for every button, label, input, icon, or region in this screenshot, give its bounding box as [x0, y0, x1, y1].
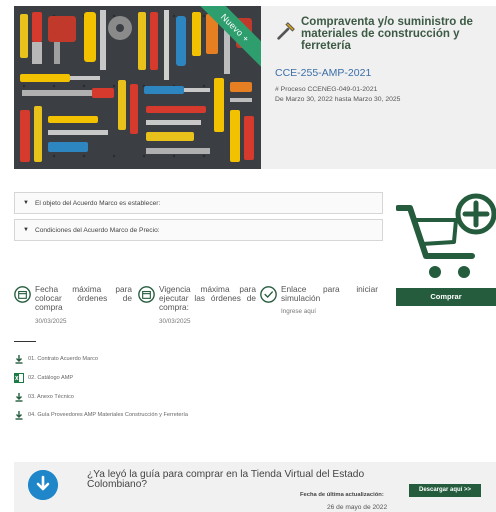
info-text: Enlace para iniciar simulación: [281, 284, 378, 304]
info-value: 30/03/2025: [159, 317, 191, 325]
doc-label: 03. Anexo Técnico: [28, 394, 74, 400]
doc-label: 02. Catálogo AMP: [28, 375, 74, 381]
agreement-title: Compraventa y/o suministro de materiales…: [301, 16, 473, 52]
info-value: 30/03/2025: [35, 317, 67, 325]
hero-info-panel: Compraventa y/o suministro de materiales…: [261, 6, 496, 169]
download-guide-button[interactable]: Descargar aquí >>: [409, 484, 481, 497]
caret-down-icon: ▼: [23, 227, 29, 233]
doc-label: 04. Guía Proveedores AMP Materiales Cons…: [28, 412, 189, 418]
agreement-code: CCE-255-AMP-2021: [275, 67, 372, 79]
download-icon: [15, 393, 23, 402]
download-icon: [15, 355, 23, 364]
accordion-label: Condiciones del Acuerdo Marco de Precio:: [34, 226, 160, 234]
info-order-deadline: Fecha máxima para colocar órdenes de com…: [14, 284, 132, 325]
simulation-link[interactable]: Ingrese aquí: [281, 308, 378, 315]
process-number: # Proceso CCENEG-049-01-2021: [275, 86, 378, 93]
calendar-icon: [138, 286, 155, 303]
caret-down-icon: ▼: [23, 200, 29, 206]
doc-link-anexo[interactable]: 03. Anexo Técnico: [14, 392, 74, 402]
download-icon: [15, 411, 23, 420]
excel-icon: [14, 373, 24, 383]
doc-link-guia[interactable]: 04. Guía Proveedores AMP Materiales Cons…: [14, 410, 188, 420]
guide-question: ¿Ya leyó la guía para comprar en la Tien…: [87, 469, 365, 490]
accordion-condiciones[interactable]: ▼ Condiciones del Acuerdo Marco de Preci…: [14, 219, 383, 241]
info-text: Fecha máxima para colocar órdenes de com…: [35, 284, 132, 313]
guide-banner: ¿Ya leyó la guía para comprar en la Tien…: [14, 462, 496, 512]
calendar-icon: [14, 286, 31, 303]
doc-link-catalogo[interactable]: 02. Catálogo AMP: [14, 373, 73, 383]
download-circle-icon: [28, 470, 58, 500]
doc-link-contrato[interactable]: 01. Contrato Acuerdo Marco: [14, 354, 98, 364]
section-divider: [14, 341, 36, 342]
tools-image: Nuevo +: [14, 6, 261, 169]
info-simulation: Enlace para iniciar simulación Ingrese a…: [260, 284, 378, 315]
shopping-cart-plus-icon: [396, 193, 496, 278]
update-date-label: Fecha de última actualización:: [300, 492, 384, 498]
info-text: Vigencia máxima para ejecutar las órdene…: [159, 284, 256, 313]
info-validity: Vigencia máxima para ejecutar las órdene…: [138, 284, 256, 325]
buy-button[interactable]: Comprar: [396, 288, 496, 306]
check-circle-icon: [260, 286, 277, 303]
accordion-objeto[interactable]: ▼ El objeto del Acuerdo Marco es estable…: [14, 192, 383, 214]
hammer-icon: [277, 22, 295, 40]
update-date: 26 de mayo de 2022: [327, 504, 388, 511]
doc-label: 01. Contrato Acuerdo Marco: [28, 356, 98, 362]
validity-dates: De Marzo 30, 2022 hasta Marzo 30, 2025: [275, 95, 401, 103]
accordion-label: El objeto del Acuerdo Marco es establece…: [34, 199, 161, 207]
hero-section: Nuevo + Compraventa y/o suministro de ma…: [14, 6, 496, 169]
